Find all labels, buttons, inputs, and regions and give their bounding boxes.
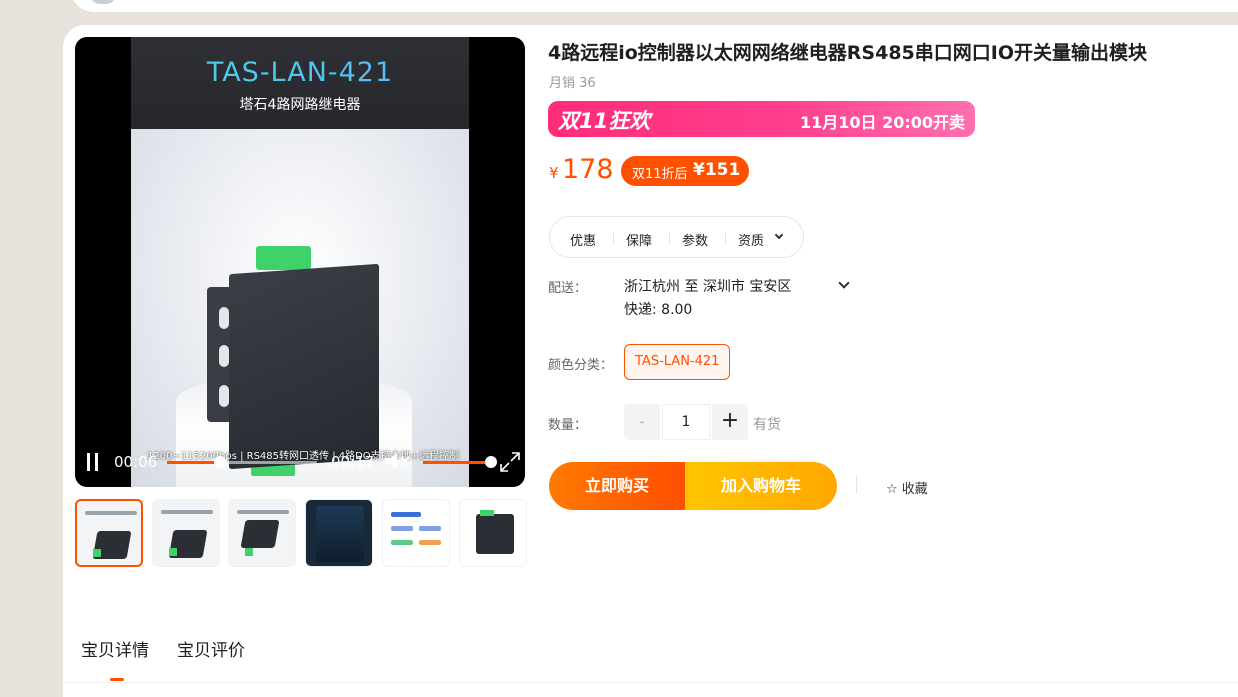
- tab-qualification[interactable]: 资质: [738, 230, 764, 249]
- info-tabs: 优惠 保障 参数 资质: [549, 216, 804, 258]
- thumbnail-strip: [75, 499, 530, 567]
- volume-knob[interactable]: [484, 456, 497, 468]
- thumb-device: [240, 520, 280, 548]
- coupon-badge: 双11折后 ¥151: [621, 156, 749, 186]
- thumbnail-3[interactable]: [228, 499, 296, 567]
- bracket-slot: [219, 385, 229, 407]
- tab-guarantee[interactable]: 保障: [626, 230, 652, 249]
- video-progress-knob[interactable]: [213, 456, 226, 468]
- coupon-value: ¥151: [693, 160, 741, 180]
- promo-start-time: 11月10日 20:00开卖: [800, 113, 966, 132]
- terminal-block-top: [256, 246, 311, 270]
- buy-now-button[interactable]: 立即购买: [549, 462, 685, 510]
- thumb-doc-line: [391, 512, 421, 517]
- delivery-route[interactable]: 浙江杭州 至 深圳市 宝安区: [624, 276, 791, 296]
- thumb-text: [237, 510, 289, 514]
- delivery-label: 配送：: [548, 281, 588, 296]
- tab-product-details[interactable]: 宝贝详情: [81, 636, 149, 661]
- thumb-device: [476, 514, 514, 554]
- active-tab-indicator: [110, 678, 124, 681]
- mute-icon[interactable]: [383, 450, 413, 472]
- favorite-button[interactable]: ☆ 收藏: [886, 478, 928, 497]
- quantity-input[interactable]: 1: [662, 404, 710, 440]
- speaker-muted-icon: [385, 453, 410, 469]
- video-progress-bar[interactable]: [167, 461, 317, 464]
- expand-icon: [500, 452, 520, 472]
- bracket-slot: [219, 345, 229, 367]
- chevron-down-icon[interactable]: [774, 230, 784, 240]
- stock-status: 有货: [753, 417, 781, 433]
- add-to-cart-button[interactable]: 加入购物车: [685, 462, 837, 510]
- thumb-doc-line: [391, 540, 413, 545]
- thumbnail-2[interactable]: [152, 499, 220, 567]
- divider: [856, 476, 857, 494]
- product-video[interactable]: TAS-LAN-421 塔石4路网路继电器 1200~115200bps | R…: [75, 37, 525, 487]
- fullscreen-icon[interactable]: [499, 451, 521, 473]
- tab-product-reviews[interactable]: 宝贝评价: [177, 636, 245, 661]
- tab-divider: [613, 232, 614, 245]
- video-frame-subtitle: 塔石4路网路继电器: [239, 97, 361, 113]
- bracket-slot: [219, 307, 229, 329]
- double11-logo: 双11狂欢: [558, 109, 651, 133]
- quantity-decrement-button[interactable]: -: [624, 404, 660, 440]
- quantity-increment-button[interactable]: +: [712, 404, 748, 440]
- video-duration: 00:17: [331, 453, 375, 471]
- tab-divider: [725, 232, 726, 245]
- tab-divider: [669, 232, 670, 245]
- coupon-label: 双11折后: [632, 167, 688, 182]
- promo-banner: 双11狂欢 11月10日 20:00开卖: [548, 101, 975, 137]
- product-title: 4路远程io控制器以太网网络继电器RS485串口网口IO开关量输出模块: [548, 42, 1147, 64]
- price-currency: ¥: [549, 164, 559, 182]
- thumb-doc-line: [391, 526, 413, 531]
- thumb-terminal: [245, 548, 253, 556]
- thumbnail-6[interactable]: [459, 499, 527, 567]
- device-enclosure: [229, 263, 379, 470]
- pause-icon: [95, 453, 98, 471]
- monthly-sales: 月销 36: [549, 76, 596, 91]
- thumb-doc-line: [419, 540, 441, 545]
- quantity-label: 数量：: [548, 418, 588, 433]
- sku-option-selected[interactable]: TAS-LAN-421: [624, 344, 731, 380]
- pause-button[interactable]: [85, 453, 101, 471]
- video-frame-body: [131, 129, 469, 487]
- divider: [63, 682, 1238, 683]
- header-avatar: [90, 0, 116, 4]
- tab-params[interactable]: 参数: [682, 230, 708, 249]
- video-frame: TAS-LAN-421 塔石4路网路继电器: [131, 37, 469, 487]
- top-strip: [70, 0, 1238, 12]
- volume-slider[interactable]: [423, 461, 485, 464]
- thumb-terminal: [480, 510, 494, 516]
- thumbnail-4[interactable]: [305, 499, 373, 567]
- shipping-fee: 快递: 8.00: [624, 302, 693, 318]
- tab-discount[interactable]: 优惠: [570, 230, 596, 249]
- thumbnail-1[interactable]: [75, 499, 143, 567]
- thumb-terminal: [169, 548, 177, 556]
- thumb-panel: [316, 506, 364, 562]
- thumb-text: [85, 511, 137, 515]
- pause-icon: [87, 453, 90, 471]
- color-label: 颜色分类：: [548, 358, 614, 373]
- video-progress-fill: [167, 461, 220, 464]
- video-current-time: 00:06: [114, 453, 158, 471]
- thumb-doc-line: [419, 526, 441, 531]
- thumb-terminal: [93, 549, 101, 557]
- price-value: 178: [562, 154, 614, 185]
- thumbnail-5[interactable]: [382, 499, 450, 567]
- thumb-text: [161, 510, 213, 514]
- video-frame-title: TAS-LAN-421: [131, 57, 469, 88]
